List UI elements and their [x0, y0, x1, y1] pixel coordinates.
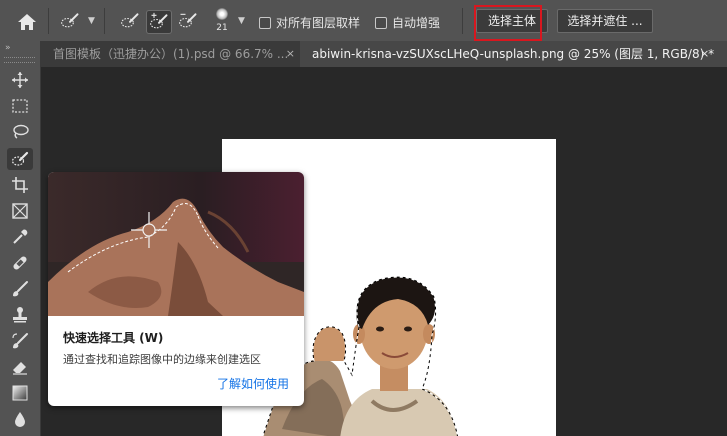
- move-icon: [12, 72, 28, 88]
- brush-icon: [13, 281, 28, 297]
- new-selection-mode-button[interactable]: [116, 9, 144, 33]
- options-bar: ▼ 21 ▼ 对所有图层取样 自动增强 选择主体 选择并遮住 ...: [0, 0, 727, 42]
- sample-all-layers-label: 对所有图层取样: [276, 16, 361, 30]
- tooltip-title: 快速选择工具 (W): [63, 331, 164, 345]
- stamp-icon: [13, 307, 27, 323]
- collapse-panel-icon[interactable]: »: [5, 43, 10, 53]
- eraser-icon: [13, 362, 27, 375]
- sample-all-layers-checkbox[interactable]: 对所有图层取样: [259, 14, 360, 31]
- chevron-down-icon[interactable]: ▼: [238, 16, 245, 26]
- brush-size-picker[interactable]: 21: [212, 6, 232, 36]
- subtract-from-selection-brush-icon: [179, 13, 197, 28]
- checkbox-box[interactable]: [259, 16, 271, 29]
- learn-how-link[interactable]: 了解如何使用: [217, 375, 289, 392]
- document-tabs: 首图模板（迅捷办公）(1).psd @ 66.7% ... × abiwin-k…: [41, 41, 727, 67]
- close-icon[interactable]: ×: [286, 41, 295, 67]
- brush-tip-icon: [216, 8, 228, 20]
- bandage-icon: [13, 256, 27, 270]
- auto-enhance-checkbox[interactable]: 自动增强: [375, 14, 440, 31]
- close-icon[interactable]: ×: [700, 41, 709, 67]
- auto-enhance-label: 自动增强: [392, 16, 441, 30]
- chevron-down-icon[interactable]: ▼: [88, 16, 95, 26]
- checkbox-box[interactable]: [375, 16, 387, 29]
- tooltip-description: 通过查找和追踪图像中的边缘来创建选区: [63, 353, 261, 366]
- gradient-tool[interactable]: [7, 382, 33, 404]
- tool-tooltip: 快速选择工具 (W) 通过查找和追踪图像中的边缘来创建选区 了解如何使用: [48, 172, 304, 406]
- panel-grip[interactable]: [4, 57, 35, 63]
- move-tool[interactable]: [7, 69, 33, 91]
- frame-icon: [12, 203, 28, 219]
- clone-stamp-tool[interactable]: [7, 304, 33, 326]
- gradient-icon: [12, 385, 28, 401]
- eraser-tool[interactable]: [7, 356, 33, 378]
- rectangle-marquee-icon: [12, 99, 28, 113]
- lasso-icon: [13, 124, 29, 139]
- brush-tool[interactable]: [7, 278, 33, 300]
- home-icon[interactable]: [16, 12, 38, 32]
- select-and-mask-button[interactable]: 选择并遮住 ...: [557, 9, 653, 33]
- separator: [462, 8, 463, 34]
- tooltip-demo-image: [48, 172, 304, 316]
- tool-preset-picker[interactable]: [56, 9, 84, 33]
- crop-tool[interactable]: [7, 174, 33, 196]
- crop-icon: [12, 177, 28, 193]
- new-selection-brush-icon: [121, 13, 139, 28]
- tab-unsplash-png[interactable]: abiwin-krisna-vzSUXscLHeQ-unsplash.png @…: [300, 41, 727, 67]
- select-subject-button[interactable]: 选择主体: [476, 9, 548, 33]
- frame-tool[interactable]: [7, 200, 33, 222]
- quick-selection-icon: [61, 13, 79, 28]
- history-brush-icon: [12, 333, 28, 349]
- healing-brush-tool[interactable]: [7, 252, 33, 274]
- drop-icon: [15, 412, 25, 427]
- marquee-tool[interactable]: [7, 95, 33, 117]
- lasso-tool[interactable]: [7, 121, 33, 143]
- tab-label: 首图模板（迅捷办公）(1).psd @ 66.7% ...: [53, 47, 289, 61]
- blur-tool[interactable]: [7, 408, 33, 430]
- history-brush-tool[interactable]: [7, 330, 33, 352]
- tab-psd-template[interactable]: 首图模板（迅捷办公）(1).psd @ 66.7% ... ×: [41, 41, 299, 67]
- separator: [104, 8, 105, 34]
- add-to-selection-brush-icon: [150, 12, 168, 29]
- tools-panel: »: [0, 41, 41, 436]
- tab-label: abiwin-krisna-vzSUXscLHeQ-unsplash.png @…: [312, 47, 715, 61]
- brush-size-value: 21: [216, 23, 228, 33]
- add-to-selection-mode-button[interactable]: [146, 10, 172, 34]
- separator: [48, 8, 49, 34]
- quick-selection-tool[interactable]: [7, 148, 33, 170]
- subtract-from-selection-mode-button[interactable]: [174, 9, 202, 33]
- quick-selection-icon: [11, 151, 29, 166]
- eyedropper-tool[interactable]: [7, 226, 33, 248]
- eyedropper-icon: [13, 229, 28, 244]
